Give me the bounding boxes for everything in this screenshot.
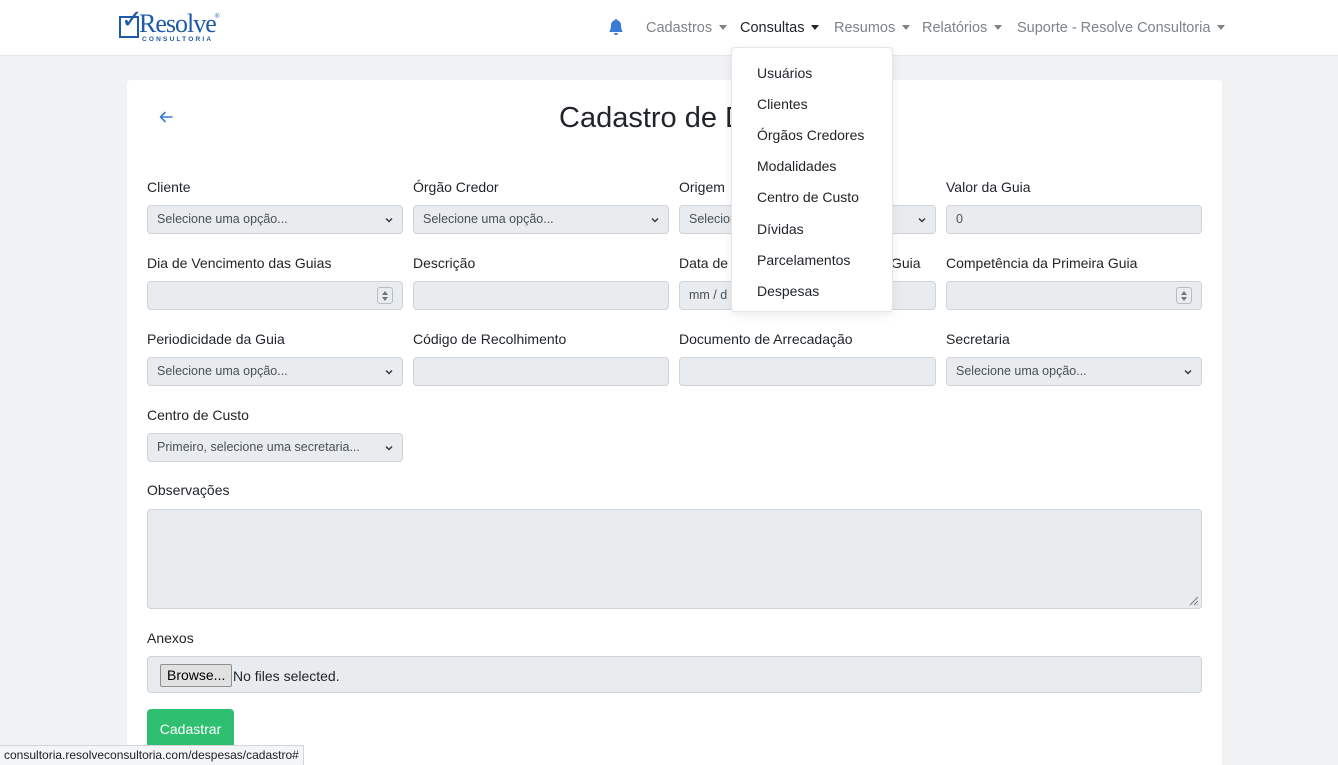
secretaria-select-value: Selecione uma opção... xyxy=(956,364,1087,378)
orgao-credor-label: Órgão Credor xyxy=(413,179,499,195)
browser-status-url: consultoria.resolveconsultoria.com/despe… xyxy=(0,745,304,765)
nav-consultas-label: Consultas xyxy=(740,20,805,36)
centro-custo-label: Centro de Custo xyxy=(147,407,249,423)
dropdown-item-dividas[interactable]: Dívidas xyxy=(757,219,804,239)
number-spinner[interactable] xyxy=(377,287,393,304)
competencia-label: Competência da Primeira Guia xyxy=(946,255,1138,271)
codigo-recolhimento-label: Código de Recolhimento xyxy=(413,331,567,347)
descricao-label: Descrição xyxy=(413,255,476,271)
observacoes-label: Observações xyxy=(147,482,230,498)
origem-select-value: Selecion xyxy=(689,212,737,226)
competencia-input[interactable] xyxy=(946,281,1202,310)
logo-registered-mark: ® xyxy=(215,14,220,20)
chevron-down-icon xyxy=(1184,369,1192,375)
chevron-down-icon xyxy=(385,445,393,451)
spin-down-icon xyxy=(1181,297,1187,301)
dropdown-item-clientes[interactable]: Clientes xyxy=(757,94,808,114)
valor-guia-label: Valor da Guia xyxy=(946,179,1031,195)
dropdown-item-centro-de-custo[interactable]: Centro de Custo xyxy=(757,187,859,207)
cliente-select[interactable]: Selecione uma opção... xyxy=(147,205,403,234)
chevron-down-icon xyxy=(385,217,393,223)
dropdown-item-modalidades[interactable]: Modalidades xyxy=(757,156,836,176)
data-label-tail: Guia xyxy=(891,255,921,271)
descricao-input[interactable] xyxy=(413,281,669,310)
arrow-left-icon[interactable] xyxy=(156,107,176,127)
chevron-down-icon xyxy=(651,217,659,223)
periodicidade-label: Periodicidade da Guia xyxy=(147,331,285,347)
resize-handle-icon[interactable] xyxy=(1187,594,1199,606)
chevron-down-icon xyxy=(902,24,911,30)
secretaria-label: Secretaria xyxy=(946,331,1010,347)
nav-cadastros-label: Cadastros xyxy=(646,20,713,36)
page-title: Cadastro de D xyxy=(559,102,746,134)
observacoes-textarea[interactable] xyxy=(147,509,1202,609)
origem-label: Origem xyxy=(679,179,725,195)
bell-icon[interactable] xyxy=(608,19,624,35)
logo-wordmark: Resolve xyxy=(139,9,217,38)
anexos-label: Anexos xyxy=(147,630,194,646)
chevron-down-icon xyxy=(918,217,926,223)
codigo-recolhimento-input[interactable] xyxy=(413,357,669,386)
centro-custo-select[interactable]: Primeiro, selecione uma secretaria... xyxy=(147,433,403,462)
periodicidade-select-value: Selecione uma opção... xyxy=(157,364,288,378)
spin-up-icon xyxy=(382,291,388,295)
dropdown-item-orgaos-credores[interactable]: Órgãos Credores xyxy=(757,125,864,145)
dropdown-item-despesas[interactable]: Despesas xyxy=(757,281,819,301)
chevron-down-icon xyxy=(385,369,393,375)
file-status-text: No files selected. xyxy=(233,668,340,684)
valor-guia-input[interactable]: 0 xyxy=(946,205,1202,234)
nav-resumos[interactable]: Resumos xyxy=(834,18,911,38)
chevron-down-icon xyxy=(719,24,728,30)
dropdown-item-parcelamentos[interactable]: Parcelamentos xyxy=(757,250,850,270)
cadastrar-button[interactable]: Cadastrar xyxy=(147,709,234,749)
nav-cadastros[interactable]: Cadastros xyxy=(646,18,728,38)
centro-custo-select-value: Primeiro, selecione uma secretaria... xyxy=(157,440,360,454)
cliente-label: Cliente xyxy=(147,179,191,195)
documento-arrecadacao-label: Documento de Arrecadação xyxy=(679,331,853,347)
logo-check-icon: ✓ xyxy=(121,4,143,34)
dropdown-item-usuarios[interactable]: Usuários xyxy=(757,63,812,83)
cliente-select-value: Selecione uma opção... xyxy=(157,212,288,226)
data-label: Data de xyxy=(679,255,729,271)
orgao-credor-select[interactable]: Selecione uma opção... xyxy=(413,205,669,234)
consultas-dropdown-menu: Usuários Clientes Órgãos Credores Modali… xyxy=(731,47,893,312)
valor-guia-value: 0 xyxy=(956,212,963,226)
resolve-logo[interactable]: ✓ Resolve ® CONSULTORIA xyxy=(117,6,227,46)
periodicidade-select[interactable]: Selecione uma opção... xyxy=(147,357,403,386)
logo-subtitle: CONSULTORIA xyxy=(142,36,214,43)
nav-suporte-label: Suporte - Resolve Consultoria xyxy=(1017,20,1211,36)
nav-suporte[interactable]: Suporte - Resolve Consultoria xyxy=(1017,18,1226,38)
nav-relatorios[interactable]: Relatórios xyxy=(922,18,1003,38)
nav-resumos-label: Resumos xyxy=(834,20,896,36)
chevron-down-icon xyxy=(1217,24,1226,30)
browse-button[interactable]: Browse... xyxy=(160,664,233,687)
secretaria-select[interactable]: Selecione uma opção... xyxy=(946,357,1202,386)
top-navbar: ✓ Resolve ® CONSULTORIA Cadastros Consul… xyxy=(0,0,1338,56)
spin-down-icon xyxy=(382,297,388,301)
orgao-credor-select-value: Selecione uma opção... xyxy=(423,212,554,226)
number-spinner[interactable] xyxy=(1176,287,1192,304)
data-input-value: mm / d xyxy=(689,288,728,302)
spin-up-icon xyxy=(1181,291,1187,295)
chevron-down-icon xyxy=(994,24,1003,30)
chevron-down-icon xyxy=(811,24,820,30)
documento-arrecadacao-input[interactable] xyxy=(679,357,936,386)
anexos-file-input[interactable]: Browse... No files selected. xyxy=(147,656,1202,693)
dia-vencimento-input[interactable] xyxy=(147,281,403,310)
dia-vencimento-label: Dia de Vencimento das Guias xyxy=(147,255,332,271)
nav-relatorios-label: Relatórios xyxy=(922,20,988,36)
nav-consultas[interactable]: Consultas xyxy=(740,18,820,38)
